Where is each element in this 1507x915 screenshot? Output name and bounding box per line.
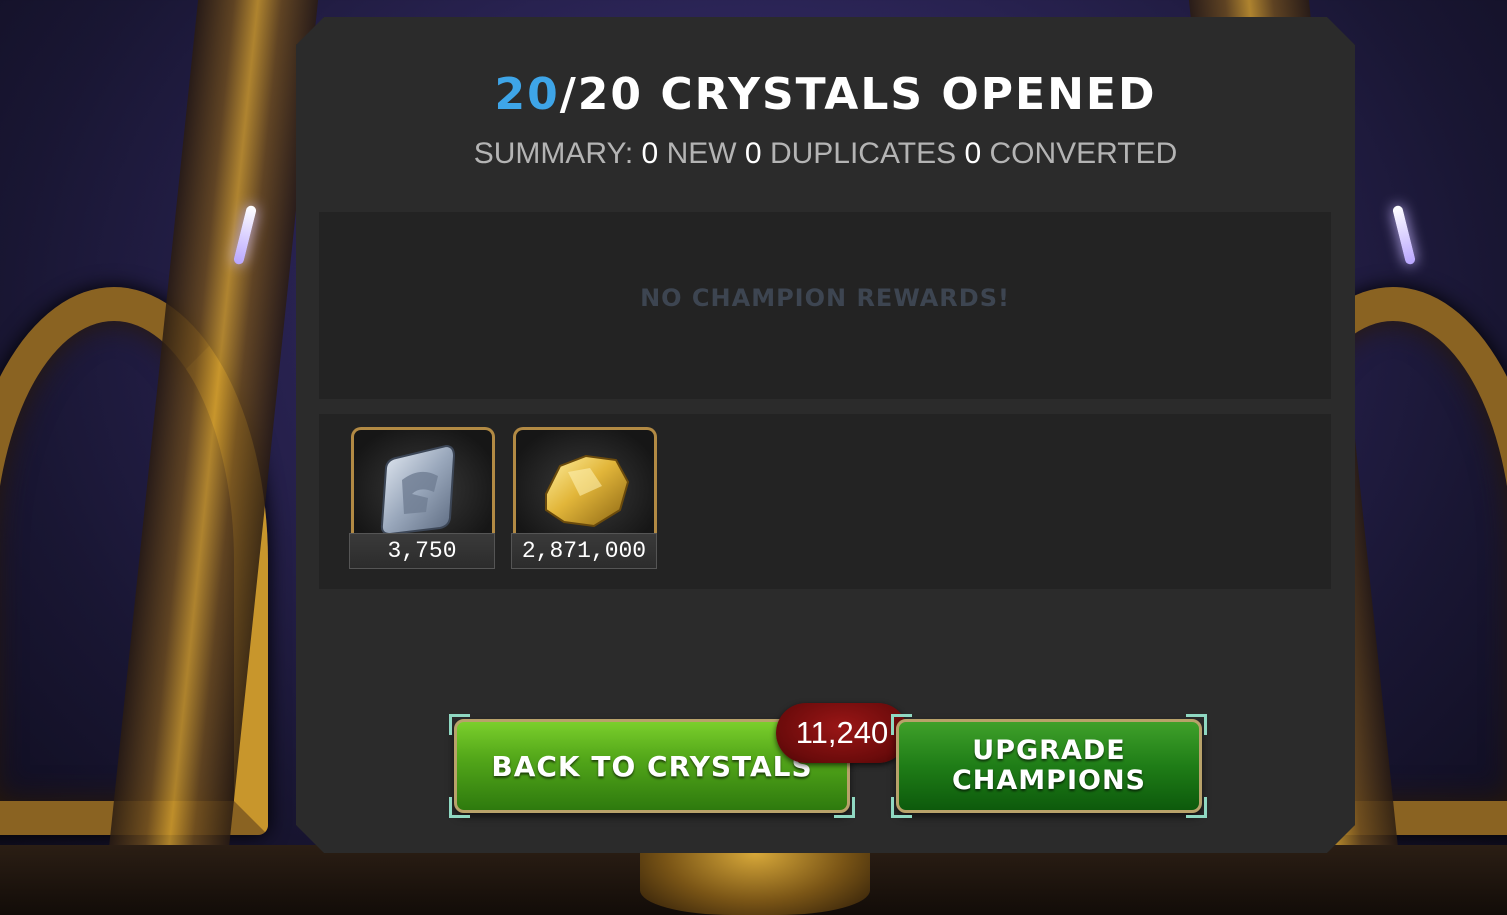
upgrade-label-line2: CHAMPIONS xyxy=(951,765,1146,796)
background-pillar-left xyxy=(0,0,319,915)
upgrade-champions-label: UPGRADE CHAMPIONS xyxy=(952,736,1146,796)
no-champion-rewards-message: NO CHAMPION REWARDS! xyxy=(640,284,1010,312)
gold-nugget-icon xyxy=(516,430,654,538)
title-suffix: CRYSTALS OPENED xyxy=(643,69,1157,120)
reward-item-quantity: 3,750 xyxy=(349,533,495,569)
item-rewards-area: 3,750 2,871,000 xyxy=(319,414,1331,589)
crystal-count-badge: 11,240 xyxy=(776,703,908,763)
total-count: /20 xyxy=(559,69,644,120)
reward-item-frame xyxy=(513,427,657,538)
champion-rewards-area: NO CHAMPION REWARDS! xyxy=(319,212,1331,399)
converted-label: CONVERTED xyxy=(989,137,1178,170)
reward-item-frame xyxy=(351,427,495,538)
reward-item-quantity: 2,871,000 xyxy=(511,533,657,569)
iso-8-shard-icon xyxy=(354,430,492,538)
summary-label: SUMMARY: xyxy=(473,137,634,170)
new-count: 0 xyxy=(641,137,659,170)
duplicates-label: DUPLICATES xyxy=(769,137,957,170)
upgrade-label-line1: UPGRADE xyxy=(972,735,1126,766)
opened-count: 20 xyxy=(494,69,560,120)
page-title: 20/20 CRYSTALS OPENED xyxy=(296,69,1355,120)
back-to-crystals-label: BACK TO CRYSTALS xyxy=(491,749,813,783)
summary-line: SUMMARY: 0 NEW 0 DUPLICATES 0 CONVERTED xyxy=(296,137,1355,171)
reward-item-gold[interactable]: 2,871,000 xyxy=(511,427,657,569)
duplicates-count: 0 xyxy=(744,137,762,170)
background-floor xyxy=(0,845,1507,915)
upgrade-champions-button[interactable]: UPGRADE CHAMPIONS xyxy=(891,714,1207,818)
reward-item-iso[interactable]: 3,750 xyxy=(349,427,495,569)
converted-count: 0 xyxy=(964,137,982,170)
new-label: NEW xyxy=(666,137,737,170)
